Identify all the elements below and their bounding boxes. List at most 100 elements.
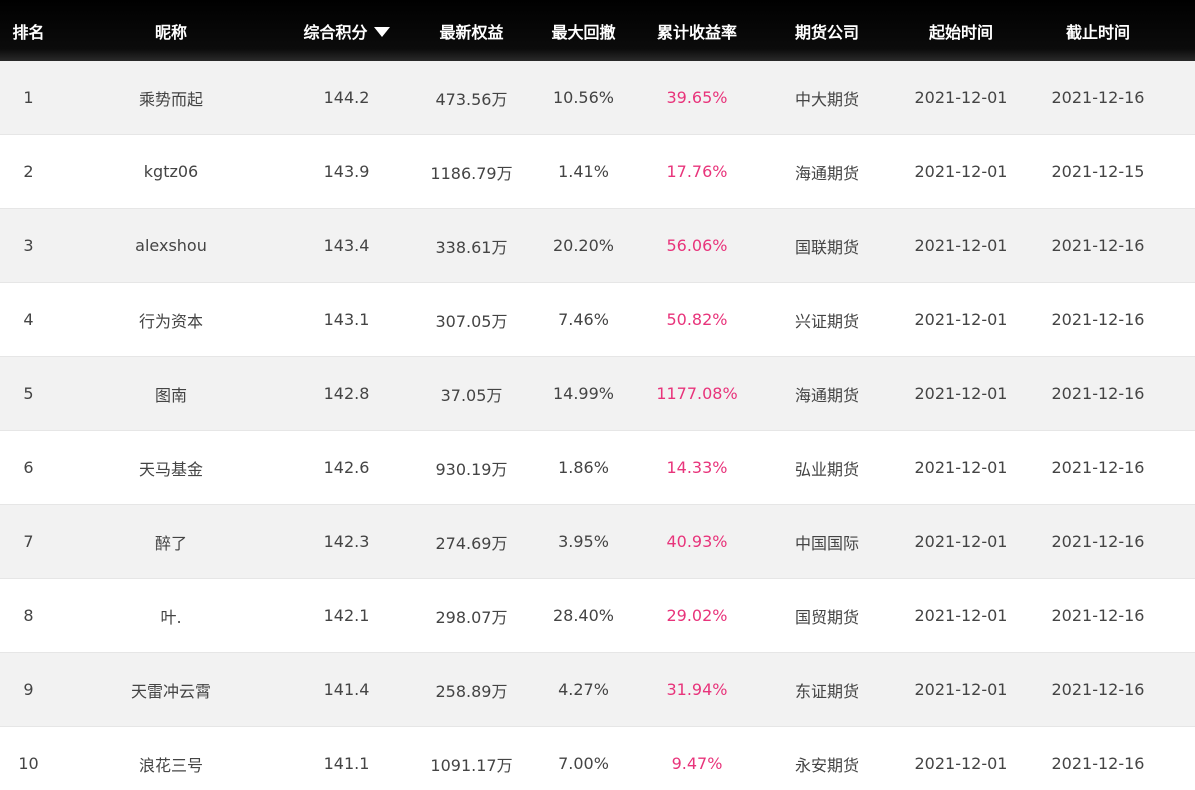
header-score-label: 综合积分 <box>303 22 368 42</box>
table-row: 5 图南 142.8 37.05万 14.99% 1177.08% 海通期货 2… <box>0 357 1195 431</box>
table-row: 4 行为资本 143.1 307.05万 7.46% 50.82% 兴证期货 2… <box>0 283 1195 357</box>
cell-nickname: 图南 <box>154 385 187 405</box>
cell-equity: 338.61万 <box>435 237 508 257</box>
cell-drawdown: 10.56% <box>552 88 614 107</box>
cell-end: 2021-12-16 <box>1051 458 1145 477</box>
cell-end: 2021-12-16 <box>1051 606 1145 625</box>
cell-cum-return: 14.33% <box>666 458 728 477</box>
cell-rank: 9 <box>23 680 34 699</box>
cell-score: 142.1 <box>323 606 370 625</box>
triangle-down-icon[interactable] <box>373 26 390 37</box>
cell-equity: 1091.17万 <box>430 755 513 775</box>
table-header: 排名 昵称 综合积分 最新权益 最大回撤 累计收益率 期货公司 起始时间 截止时… <box>0 0 1195 61</box>
cell-start: 2021-12-01 <box>914 310 1008 329</box>
cell-broker: 中国国际 <box>794 533 859 553</box>
cell-equity: 37.05万 <box>440 385 503 405</box>
header-cum-return: 累计收益率 <box>656 22 737 42</box>
cell-rank: 8 <box>23 606 34 625</box>
leaderboard-table: 排名 昵称 综合积分 最新权益 最大回撤 累计收益率 期货公司 起始时间 截止时… <box>0 0 1195 790</box>
header-nickname: 昵称 <box>154 22 187 42</box>
header-score-sort[interactable]: 综合积分 <box>285 19 408 43</box>
cell-score: 143.9 <box>323 162 370 181</box>
cell-nickname: 天雷冲云霄 <box>130 681 211 701</box>
cell-cum-return: 9.47% <box>671 754 723 773</box>
cell-equity: 274.69万 <box>435 533 508 553</box>
table-row: 6 天马基金 142.6 930.19万 1.86% 14.33% 弘业期货 2… <box>0 431 1195 505</box>
cell-rank: 2 <box>23 162 34 181</box>
cell-start: 2021-12-01 <box>914 532 1008 551</box>
table-row: 9 天雷冲云霄 141.4 258.89万 4.27% 31.94% 东证期货 … <box>0 653 1195 727</box>
cell-score: 143.4 <box>323 236 370 255</box>
cell-end: 2021-12-16 <box>1051 384 1145 403</box>
cell-nickname: alexshou <box>135 236 207 255</box>
table-body: 1 乘势而起 144.2 473.56万 10.56% 39.65% 中大期货 … <box>0 61 1195 790</box>
cell-broker: 永安期货 <box>794 755 859 775</box>
cell-score: 142.8 <box>323 384 370 403</box>
cell-start: 2021-12-01 <box>914 384 1008 403</box>
cell-start: 2021-12-01 <box>914 88 1008 107</box>
table-row: 3 alexshou 143.4 338.61万 20.20% 56.06% 国… <box>0 209 1195 283</box>
cell-start: 2021-12-01 <box>914 162 1008 181</box>
cell-drawdown: 7.46% <box>558 310 609 329</box>
cell-nickname: 醉了 <box>154 533 187 553</box>
cell-end: 2021-12-16 <box>1051 680 1145 699</box>
header-end: 截止时间 <box>1065 22 1130 42</box>
cell-nickname: 叶. <box>160 607 182 627</box>
cell-equity: 473.56万 <box>435 89 508 109</box>
cell-cum-return: 40.93% <box>666 532 728 551</box>
cell-score: 141.1 <box>323 754 370 773</box>
cell-score: 142.6 <box>323 458 370 477</box>
cell-broker: 东证期货 <box>794 681 859 701</box>
cell-rank: 4 <box>23 310 34 329</box>
cell-start: 2021-12-01 <box>914 606 1008 625</box>
cell-end: 2021-12-16 <box>1051 88 1145 107</box>
cell-rank: 10 <box>18 754 39 773</box>
cell-equity: 930.19万 <box>435 459 508 479</box>
header-drawdown: 最大回撤 <box>551 22 616 42</box>
header-equity: 最新权益 <box>439 22 504 42</box>
cell-drawdown: 4.27% <box>558 680 609 699</box>
header-rank: 排名 <box>12 22 45 42</box>
cell-start: 2021-12-01 <box>914 458 1008 477</box>
cell-score: 142.3 <box>323 532 370 551</box>
cell-drawdown: 14.99% <box>552 384 614 403</box>
cell-broker: 兴证期货 <box>794 311 859 331</box>
cell-broker: 中大期货 <box>794 89 859 109</box>
cell-end: 2021-12-16 <box>1051 532 1145 551</box>
cell-equity: 298.07万 <box>435 607 508 627</box>
cell-nickname: 天马基金 <box>138 459 203 479</box>
cell-equity: 307.05万 <box>435 311 508 331</box>
cell-end: 2021-12-15 <box>1051 162 1145 181</box>
cell-rank: 5 <box>23 384 34 403</box>
cell-drawdown: 28.40% <box>552 606 614 625</box>
cell-end: 2021-12-16 <box>1051 236 1145 255</box>
table-row: 10 浪花三号 141.1 1091.17万 7.00% 9.47% 永安期货 … <box>0 727 1195 790</box>
cell-nickname: 乘势而起 <box>138 89 203 109</box>
cell-cum-return: 50.82% <box>666 310 728 329</box>
table-row: 8 叶. 142.1 298.07万 28.40% 29.02% 国贸期货 20… <box>0 579 1195 653</box>
cell-end: 2021-12-16 <box>1051 310 1145 329</box>
cell-broker: 海通期货 <box>794 163 859 183</box>
header-start: 起始时间 <box>928 22 993 42</box>
cell-start: 2021-12-01 <box>914 236 1008 255</box>
cell-cum-return: 39.65% <box>666 88 728 107</box>
cell-drawdown: 20.20% <box>552 236 614 255</box>
cell-rank: 3 <box>23 236 34 255</box>
header-broker: 期货公司 <box>794 22 859 42</box>
table-row: 1 乘势而起 144.2 473.56万 10.56% 39.65% 中大期货 … <box>0 61 1195 135</box>
cell-equity: 1186.79万 <box>430 163 513 183</box>
cell-score: 143.1 <box>323 310 370 329</box>
cell-broker: 国贸期货 <box>794 607 859 627</box>
cell-rank: 6 <box>23 458 34 477</box>
cell-rank: 1 <box>23 88 34 107</box>
cell-cum-return: 29.02% <box>666 606 728 625</box>
table-row: 7 醉了 142.3 274.69万 3.95% 40.93% 中国国际 202… <box>0 505 1195 579</box>
cell-drawdown: 1.41% <box>558 162 609 181</box>
cell-start: 2021-12-01 <box>914 680 1008 699</box>
cell-nickname: kgtz06 <box>143 162 199 181</box>
cell-drawdown: 7.00% <box>558 754 609 773</box>
cell-equity: 258.89万 <box>435 681 508 701</box>
cell-cum-return: 1177.08% <box>656 384 738 403</box>
cell-broker: 弘业期货 <box>794 459 859 479</box>
cell-cum-return: 56.06% <box>666 236 728 255</box>
